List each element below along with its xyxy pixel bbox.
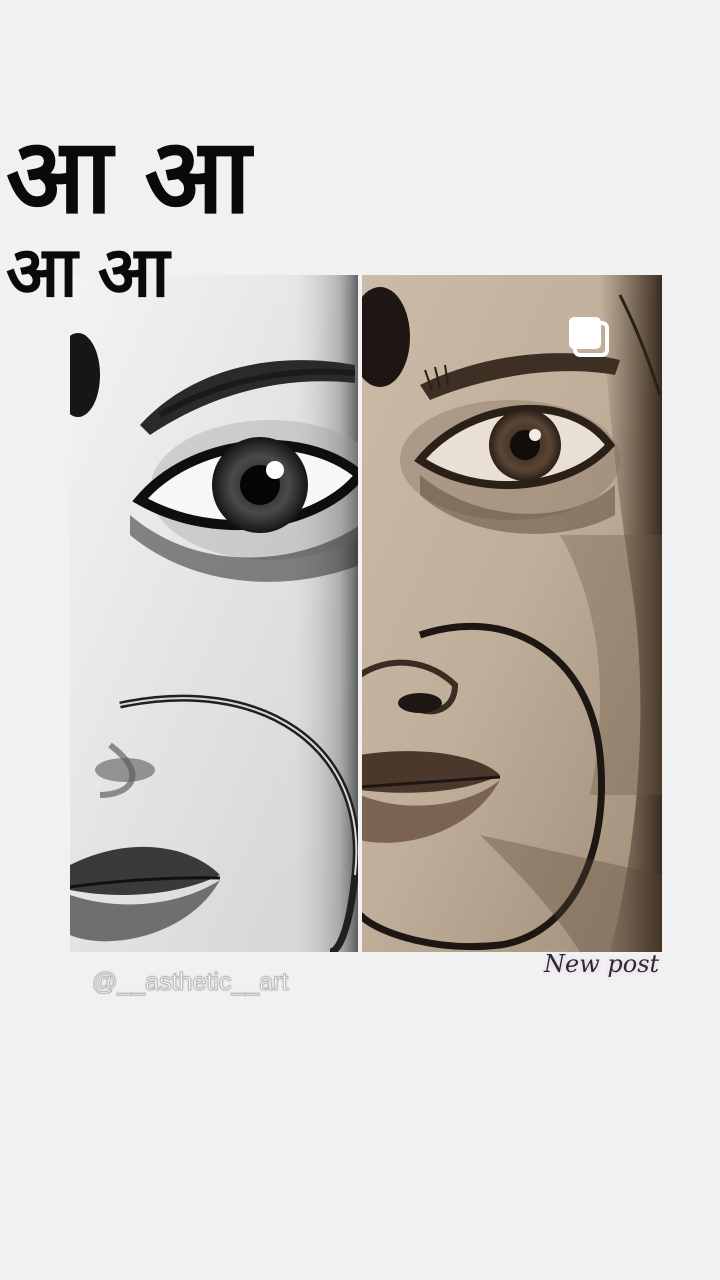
new-post-badge: New post: [544, 950, 660, 978]
sketch-portrait-image: [360, 275, 662, 952]
sketch-portrait-panel: [360, 275, 662, 952]
photo-portrait-image: [70, 275, 360, 952]
story-canvas: आ आ आ आ @__asthetic__art New post: [0, 0, 720, 1280]
collage-divider: [358, 275, 362, 952]
multiple-images-icon[interactable]: [567, 315, 617, 365]
multiple-images-icon-glyph: [569, 317, 609, 357]
post-image-collage[interactable]: [70, 275, 662, 952]
account-watermark: @__asthetic__art: [91, 968, 289, 997]
title-line-2: आ आ: [6, 231, 169, 313]
photo-portrait-panel: [70, 275, 360, 952]
title-line-1: आ आ: [6, 115, 251, 237]
